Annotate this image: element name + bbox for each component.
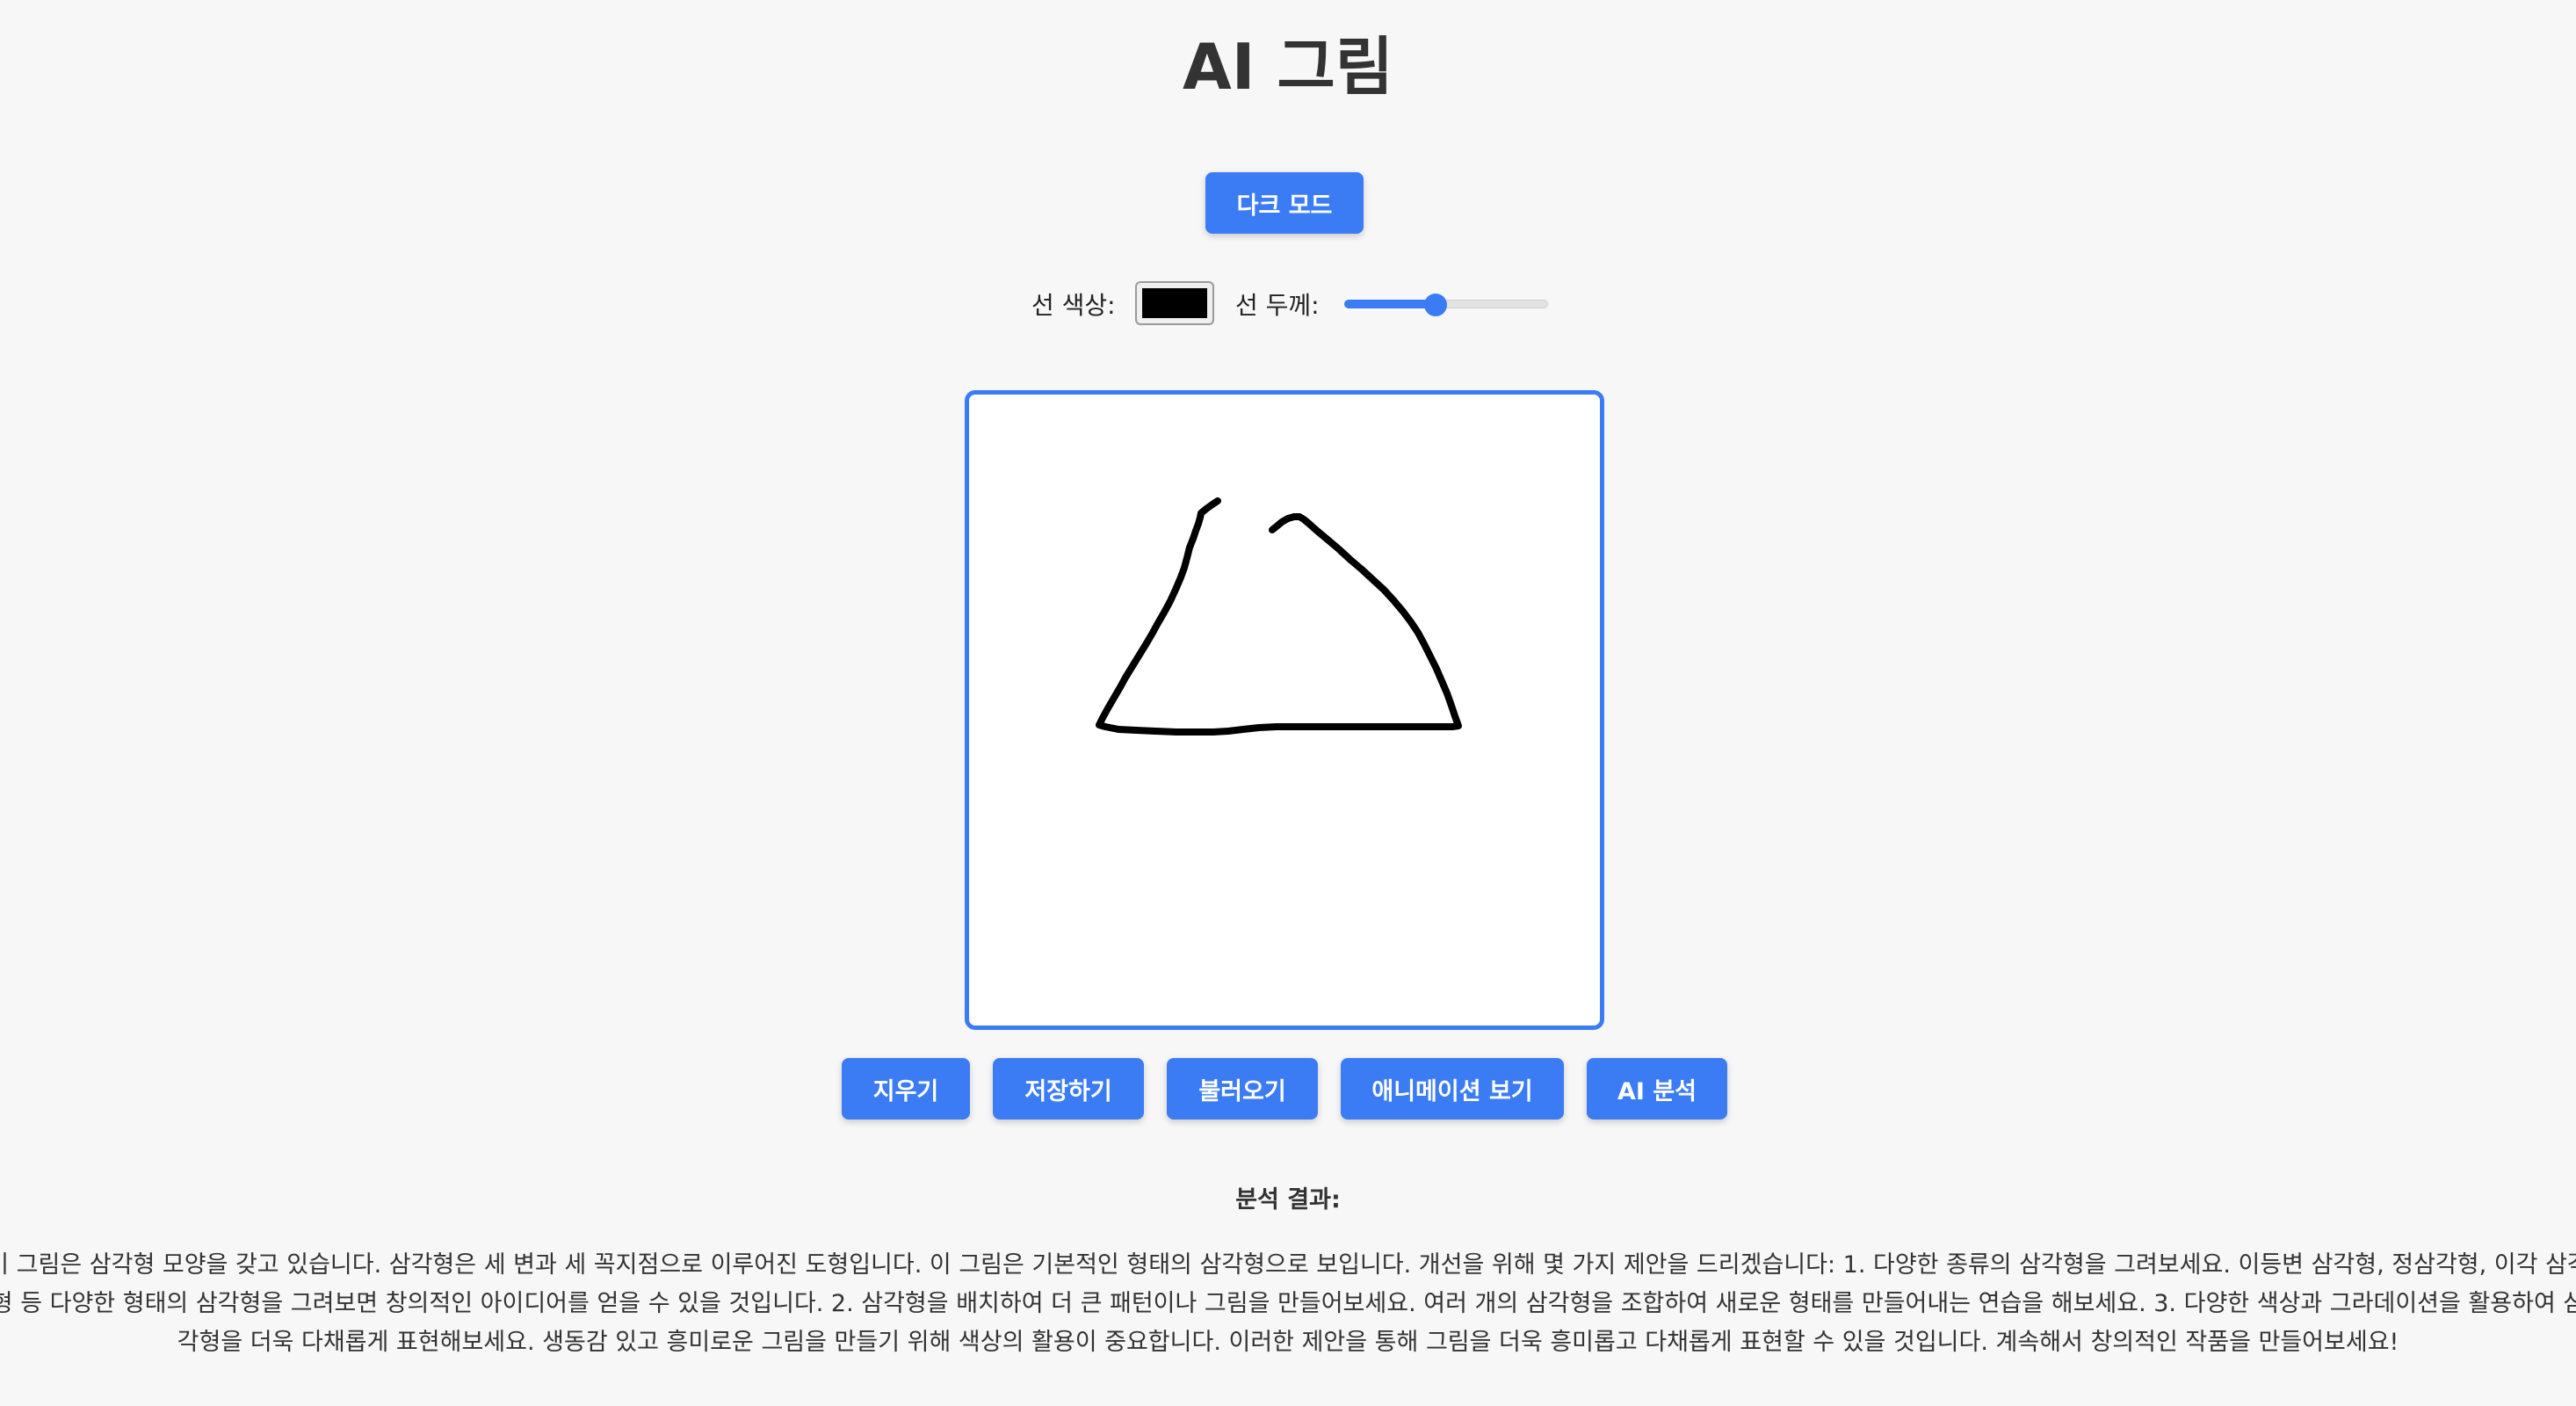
drawing-canvas[interactable] xyxy=(965,390,1604,1030)
drawn-triangle-stroke xyxy=(1096,497,1462,736)
clear-button[interactable]: 지우기 xyxy=(842,1058,970,1120)
analysis-result-text: 이 그림은 삼각형 모양을 갖고 있습니다. 삼각형은 세 변과 세 꼭지점으로… xyxy=(0,1251,2576,1356)
drawing-controls: 선 색상: 선 두께: xyxy=(0,281,2576,330)
view-animation-button[interactable]: 애니메이션 보기 xyxy=(1341,1058,1564,1120)
line-width-label: 선 두께: xyxy=(1235,291,1320,320)
save-button[interactable]: 저장하기 xyxy=(993,1058,1144,1120)
line-color-swatch xyxy=(1142,288,1207,318)
line-width-slider[interactable] xyxy=(1344,294,1548,316)
canvas-drawing xyxy=(1096,497,1462,736)
dark-mode-button[interactable]: 다크 모드 xyxy=(1205,172,1364,234)
slider-fill xyxy=(1344,300,1436,308)
line-color-picker[interactable] xyxy=(1135,281,1214,325)
line-color-label: 선 색상: xyxy=(1031,291,1116,320)
load-button[interactable]: 불러오기 xyxy=(1167,1058,1318,1120)
page-title: AI 그림 xyxy=(1182,30,1394,104)
slider-thumb[interactable] xyxy=(1424,294,1447,316)
ai-analysis-button[interactable]: AI 분석 xyxy=(1587,1058,1727,1120)
analysis-result-heading: 분석 결과: xyxy=(1235,1186,1341,1214)
